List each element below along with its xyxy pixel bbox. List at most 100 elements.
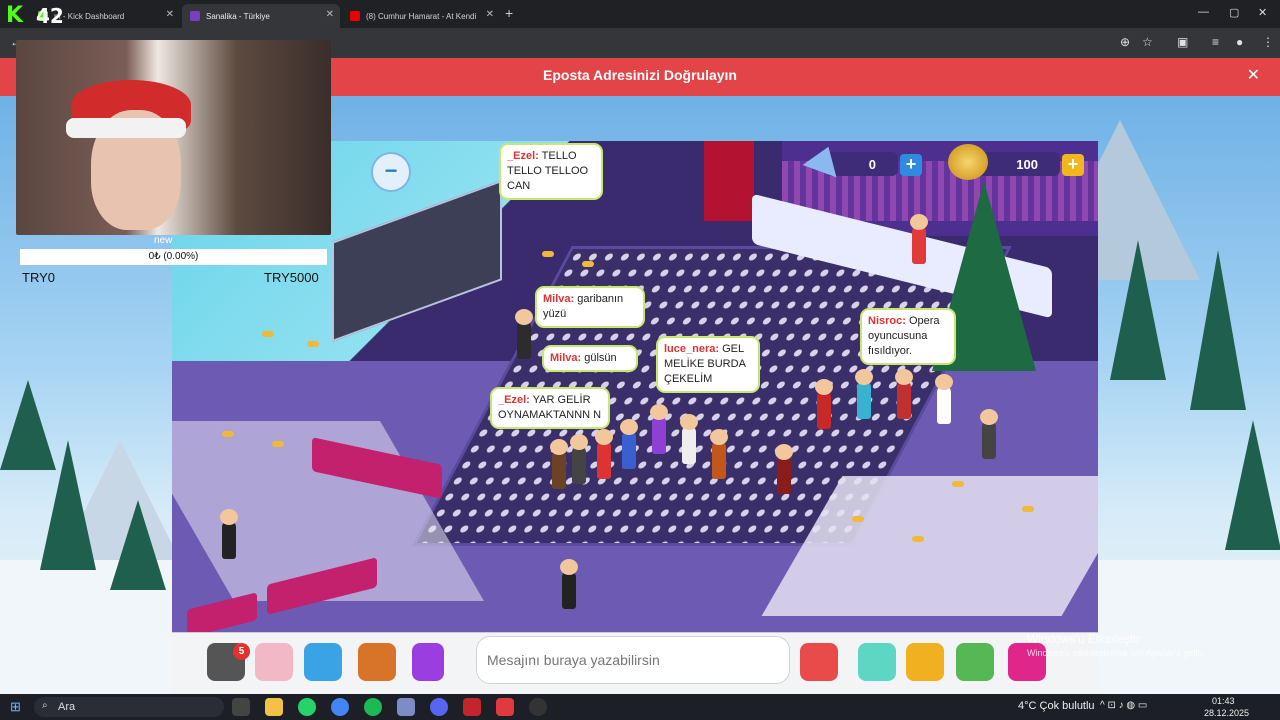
pine-tree [1225, 420, 1280, 550]
player-avatar[interactable] [620, 419, 638, 469]
player-avatar[interactable] [515, 309, 533, 359]
bar-stool [222, 431, 234, 437]
emoji-icon[interactable] [858, 643, 896, 681]
chat-username: luce_nera: [664, 343, 720, 355]
player-avatar[interactable] [680, 414, 698, 464]
island-icon[interactable] [956, 643, 994, 681]
buy-diamonds-button[interactable]: + [900, 154, 922, 176]
tab-label: (8) Cumhur Hamarat - At Kendi [366, 11, 477, 21]
task-view-icon[interactable] [232, 698, 250, 716]
clock-date[interactable]: 28.12.2025 [1204, 708, 1249, 718]
maximize-icon[interactable]: ▢ [1229, 6, 1239, 19]
tab-youtube[interactable]: (8) Cumhur Hamarat - At Kendi ✕ [342, 4, 500, 28]
pine-tree [1190, 250, 1246, 410]
app-icon[interactable] [463, 698, 481, 716]
viewer-count: 42 [36, 4, 64, 28]
player-avatar[interactable] [980, 409, 998, 459]
player-avatar[interactable] [650, 404, 668, 454]
player-avatar[interactable] [560, 559, 578, 609]
player-avatar[interactable] [550, 439, 568, 489]
whatsapp-icon[interactable] [298, 698, 316, 716]
player-avatar[interactable] [935, 374, 953, 424]
donation-goal-bar: 0₺ (0.00%) [20, 249, 327, 265]
windows-start-icon[interactable]: ⊞ [10, 699, 21, 715]
chat-message-input[interactable] [476, 636, 790, 684]
goal-max: TRY5000 [264, 270, 319, 285]
chat-username: Nisroc: [868, 315, 906, 327]
app-icon[interactable] [496, 698, 514, 716]
youtube-favicon-icon [350, 11, 360, 21]
buy-coins-button[interactable]: + [1062, 154, 1084, 176]
close-tab-icon[interactable]: ✕ [486, 9, 494, 20]
windows-activation-title: Windows'u Etkinleştir [1027, 632, 1140, 646]
sanalika-favicon-icon [190, 11, 200, 21]
obs-icon[interactable] [529, 698, 547, 716]
extensions-icon[interactable]: ▣ [1177, 35, 1188, 49]
player-avatar[interactable] [595, 429, 613, 479]
neon-sign [704, 141, 754, 221]
bar-stool [912, 536, 924, 542]
trophy-icon[interactable] [906, 643, 944, 681]
tray-icons[interactable]: ^ ⊡ ♪ ◍ ▭ [1100, 700, 1147, 711]
bar-stool [952, 481, 964, 487]
friends-icon[interactable] [255, 643, 293, 681]
banner-close-icon[interactable]: ✕ [1247, 65, 1260, 85]
bookmark-star-icon[interactable]: ☆ [1142, 35, 1153, 49]
chat-bubble: Milva: gülsün [542, 345, 638, 372]
menu-icon[interactable]: ⋮ [1262, 35, 1274, 49]
pine-tree [1110, 240, 1166, 380]
player-avatar[interactable] [910, 214, 928, 264]
pine-tree [110, 500, 166, 590]
chat-username: _Ezel: [507, 150, 539, 162]
chat-bubbles-icon[interactable] [800, 643, 838, 681]
close-tab-icon[interactable]: ✕ [166, 9, 174, 20]
player-avatar[interactable] [895, 369, 913, 419]
zoom-out-button[interactable]: − [371, 152, 411, 192]
bar-stool [582, 261, 594, 267]
clock-time[interactable]: 01:43 [1212, 696, 1235, 706]
player-avatar[interactable] [775, 444, 793, 494]
chat-username: Milva: [543, 293, 575, 305]
backpack-icon[interactable] [358, 643, 396, 681]
bar-stool [262, 331, 274, 337]
browser-tabbar: m - Kick Dashboard ✕ Sanalika - Türkiye … [0, 0, 1280, 28]
profile-avatar[interactable]: ● [1236, 35, 1243, 49]
taskbar-search[interactable]: Ara [34, 697, 224, 717]
new-tab-button[interactable]: + [505, 5, 513, 21]
chat-bubble: _Ezel: YAR GELİR OYNAMAKTANNN N [490, 387, 610, 429]
close-tab-icon[interactable]: ✕ [326, 9, 334, 20]
player-avatar[interactable] [855, 369, 873, 419]
goal-min: TRY0 [22, 270, 55, 285]
coin-icon [948, 144, 988, 180]
notification-badge: 5 [233, 643, 250, 660]
app-icon[interactable] [397, 698, 415, 716]
spotify-icon[interactable] [364, 698, 382, 716]
chat-username: Milva: [550, 352, 582, 364]
chat-bubble: luce_nera: GEL MELİKE BURDA ÇEKELİM [656, 336, 760, 393]
dj-booth[interactable] [332, 180, 502, 342]
file-explorer-icon[interactable] [265, 698, 283, 716]
goal-label: new [154, 235, 173, 246]
close-window-icon[interactable]: ✕ [1258, 6, 1267, 19]
minimize-icon[interactable]: — [1198, 6, 1209, 18]
search-icon: ⌕ [42, 700, 48, 711]
wardrobe-icon[interactable] [304, 643, 342, 681]
bar-stool [852, 516, 864, 522]
player-avatar[interactable] [220, 509, 238, 559]
chrome-icon[interactable] [331, 698, 349, 716]
dance-icon[interactable] [412, 643, 444, 681]
pine-tree [40, 440, 96, 570]
chat-bubble: _Ezel: TELLO TELLO TELLOO CAN [499, 143, 603, 200]
zoom-icon[interactable]: ⊕ [1120, 35, 1130, 49]
tab-sanalika[interactable]: Sanalika - Türkiye ✕ [182, 4, 340, 28]
player-avatar[interactable] [815, 379, 833, 429]
player-avatar[interactable] [710, 429, 728, 479]
media-icon[interactable]: ≡ [1212, 35, 1219, 49]
chat-username: _Ezel: [498, 394, 530, 406]
weather-text[interactable]: 4°C Çok bulutlu [1018, 700, 1095, 712]
discord-icon[interactable] [430, 698, 448, 716]
santa-hat-trim [66, 118, 186, 138]
bar-stool [542, 251, 554, 257]
player-avatar[interactable] [570, 434, 588, 484]
tab-label: m - Kick Dashboard [54, 11, 125, 21]
